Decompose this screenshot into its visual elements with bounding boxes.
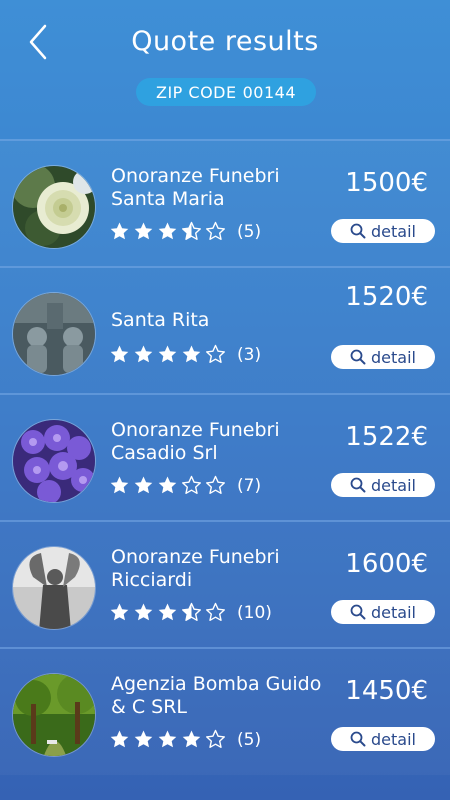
provider-name: Onoranze Funebri Ricciardi (111, 546, 336, 592)
star-filled-icon (110, 222, 129, 240)
provider-photo (12, 165, 96, 249)
review-count: (10) (237, 602, 272, 623)
detail-button[interactable]: detail (331, 727, 435, 751)
price: 1500€ (345, 168, 428, 198)
provider-name-line1: Onoranze Funebri (111, 546, 280, 568)
provider-name: Agenzia Bomba Guido & C SRL (111, 673, 336, 719)
provider-name-line2: Santa Maria (111, 188, 225, 210)
star-rating: (5) (109, 221, 261, 242)
star-rating: (10) (109, 602, 272, 623)
provider-name: Santa Rita (111, 309, 336, 332)
header: Quote results ZIP CODE 00144 (0, 0, 450, 140)
star-filled-icon (134, 476, 153, 494)
star-filled-icon (134, 603, 153, 621)
result-row[interactable]: Onoranze Funebri Santa Maria (5) 1500€ d… (0, 139, 450, 266)
search-icon (350, 604, 366, 620)
star-filled-icon (158, 345, 177, 363)
star-filled-icon (110, 476, 129, 494)
provider-name-line1: Onoranze Funebri (111, 419, 280, 441)
price: 1450€ (345, 676, 428, 706)
provider-photo (12, 292, 96, 376)
provider-name: Onoranze Funebri Santa Maria (111, 165, 336, 211)
star-empty-icon (182, 475, 201, 494)
provider-photo (12, 546, 96, 630)
star-filled-icon (134, 730, 153, 748)
star-filled-icon (134, 345, 153, 363)
price: 1600€ (345, 549, 428, 579)
provider-name-line1: Onoranze Funebri (111, 165, 280, 187)
star-filled-icon (158, 222, 177, 240)
result-row[interactable]: Agenzia Bomba Guido & C SRL (5) 1450€ de… (0, 647, 450, 775)
star-filled-icon (110, 603, 129, 621)
result-row[interactable]: Onoranze Funebri Casadio Srl (7) 1522€ d… (0, 393, 450, 520)
star-filled-icon (158, 603, 177, 621)
search-icon (350, 731, 366, 747)
provider-photo (12, 673, 96, 757)
review-count: (5) (237, 729, 262, 750)
result-row[interactable]: Santa Rita (3) 1520€ detail (0, 266, 450, 393)
detail-label: detail (371, 729, 416, 749)
star-filled-icon (158, 476, 177, 494)
detail-button[interactable]: detail (331, 345, 435, 369)
star-empty-icon (206, 729, 225, 748)
star-filled-icon (110, 730, 129, 748)
star-half-icon (182, 221, 201, 240)
price: 1522€ (345, 422, 428, 452)
star-filled-icon (134, 222, 153, 240)
star-empty-icon (206, 475, 225, 494)
price: 1520€ (345, 282, 428, 312)
star-rating: (7) (109, 475, 261, 496)
star-rating: (3) (109, 344, 261, 365)
zip-code-badge: ZIP CODE 00144 (136, 78, 316, 106)
provider-name-line2: Ricciardi (111, 569, 193, 591)
provider-photo (12, 419, 96, 503)
provider-name-line1: Agenzia Bomba Guido (111, 673, 322, 695)
detail-label: detail (371, 602, 416, 622)
results-list: Onoranze Funebri Santa Maria (5) 1500€ d… (0, 139, 450, 775)
result-row[interactable]: Onoranze Funebri Ricciardi (10) 1600€ de… (0, 520, 450, 647)
zip-value: 00144 (242, 82, 296, 102)
search-icon (350, 349, 366, 365)
star-empty-icon (206, 344, 225, 363)
search-icon (350, 477, 366, 493)
detail-button[interactable]: detail (331, 219, 435, 243)
detail-label: detail (371, 347, 416, 367)
star-filled-icon (182, 730, 201, 748)
star-rating: (5) (109, 729, 261, 750)
detail-button[interactable]: detail (331, 473, 435, 497)
review-count: (7) (237, 475, 262, 496)
star-filled-icon (110, 345, 129, 363)
star-filled-icon (158, 730, 177, 748)
detail-label: detail (371, 475, 416, 495)
star-half-icon (182, 602, 201, 621)
detail-button[interactable]: detail (331, 600, 435, 624)
star-filled-icon (182, 345, 201, 363)
provider-name: Onoranze Funebri Casadio Srl (111, 419, 336, 465)
page-title: Quote results (131, 26, 319, 57)
detail-label: detail (371, 221, 416, 241)
star-empty-icon (206, 602, 225, 621)
provider-name-line2: & C SRL (111, 696, 188, 718)
review-count: (3) (237, 344, 262, 365)
provider-name-line1: Santa Rita (111, 309, 210, 331)
star-empty-icon (206, 221, 225, 240)
review-count: (5) (237, 221, 262, 242)
zip-label: ZIP CODE (155, 82, 237, 102)
provider-name-line2: Casadio Srl (111, 442, 218, 464)
search-icon (350, 223, 366, 239)
